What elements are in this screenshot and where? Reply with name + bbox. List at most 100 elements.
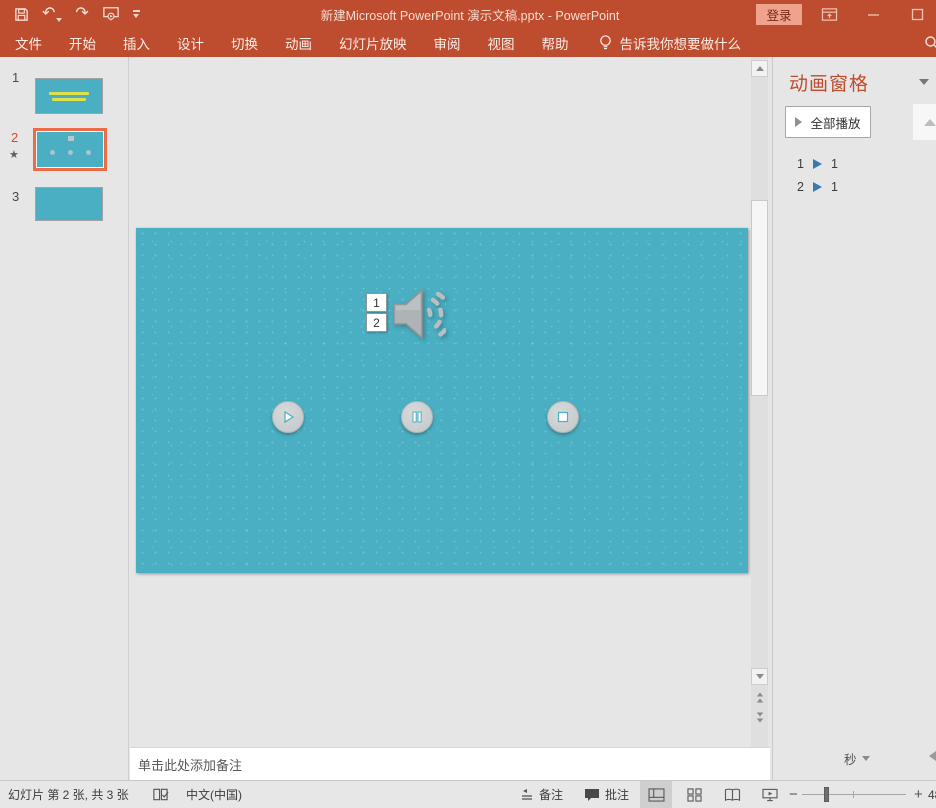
notes-pane[interactable]: 单击此处添加备注 [130, 747, 770, 780]
tab-transitions[interactable]: 切换 [231, 33, 258, 53]
thumb-audio-icon [68, 136, 74, 141]
reading-view-button[interactable] [716, 781, 748, 808]
lightbulb-icon [598, 34, 613, 51]
slide-sorter-view-button[interactable] [678, 781, 710, 808]
play-all-label: 全部播放 [810, 113, 860, 132]
tab-design[interactable]: 设计 [177, 33, 204, 53]
scroll-down-button[interactable] [751, 668, 768, 685]
undo-dropdown-icon[interactable] [56, 18, 62, 22]
slide-sorter-icon [687, 788, 702, 802]
signin-button[interactable]: 登录 [756, 4, 802, 25]
reading-view-icon [724, 788, 741, 802]
pane-menu-caret-icon[interactable] [919, 79, 929, 85]
play-media-icon [813, 182, 822, 192]
tab-help[interactable]: 帮助 [542, 33, 569, 53]
comments-icon [584, 788, 600, 802]
tellme-label: 告诉我你想要做什么 [620, 33, 742, 53]
animation-item-1[interactable]: 1 1 [797, 157, 838, 171]
thumb-pause-dot [68, 150, 73, 155]
ribbon-tab-bar: 文件 开始 插入 设计 切换 动画 幻灯片放映 审阅 视图 帮助 告诉我你想要做… [0, 28, 936, 57]
notes-toggle-button[interactable]: 备注 [520, 781, 563, 808]
comments-toggle-button[interactable]: 批注 [584, 781, 629, 808]
language-indicator[interactable]: 中文(中国) [186, 781, 242, 808]
thumb-stop-dot [86, 150, 91, 155]
spellcheck-icon [152, 787, 169, 803]
spellcheck-button[interactable] [152, 781, 169, 808]
animation-item-1-name: 1 [831, 157, 838, 171]
slide-2-animation-star-icon[interactable]: ★ [9, 148, 19, 161]
tab-animations[interactable]: 动画 [285, 33, 312, 53]
slide-2-thumbnail[interactable] [33, 128, 107, 171]
search-icon[interactable] [924, 35, 936, 56]
slideshow-view-button[interactable] [754, 781, 786, 808]
tab-view[interactable]: 视图 [488, 33, 515, 53]
comments-toggle-label: 批注 [605, 786, 629, 803]
slide-counter[interactable]: 幻灯片 第 2 张, 共 3 张 [8, 781, 129, 808]
ribbon-display-options-button[interactable] [816, 0, 842, 28]
play-button[interactable] [272, 401, 304, 433]
tab-review[interactable]: 审阅 [434, 33, 461, 53]
move-earlier-button[interactable] [913, 104, 936, 140]
scrollbar-thumb[interactable] [751, 200, 768, 396]
normal-view-icon [648, 788, 665, 802]
animation-pane: 动画窗格 全部播放 1 1 2 1 秒 [772, 57, 936, 780]
timeline-scroll-left-icon[interactable] [929, 751, 936, 761]
zoom-slider-track[interactable] [802, 794, 906, 795]
maximize-button[interactable] [904, 0, 930, 28]
timeline-unit-label: 秒 [844, 749, 857, 768]
tellme-box[interactable]: 告诉我你想要做什么 [598, 33, 742, 53]
zoom-in-button[interactable]: + [914, 781, 923, 808]
normal-view-button[interactable] [640, 781, 672, 808]
save-icon[interactable] [14, 7, 29, 22]
titlebar: ↶ ↷ 新建Microsoft PowerPoint 演示文稿.pptx - P… [0, 0, 936, 28]
customize-qat-button[interactable] [133, 10, 140, 17]
slide-2-canvas[interactable]: 1 2 [136, 228, 748, 573]
minimize-icon [867, 8, 880, 21]
zoom-percentage[interactable]: 48% [928, 781, 936, 808]
ribbon-display-options-icon [821, 7, 838, 22]
canvas-scrollbar[interactable] [751, 57, 768, 747]
thumb-play-dot [50, 150, 55, 155]
pause-button[interactable] [401, 401, 433, 433]
slide-3-number: 3 [12, 189, 19, 204]
redo-icon[interactable]: ↷ [75, 6, 88, 22]
scroll-up-button[interactable] [751, 60, 768, 77]
slideshow-view-icon [762, 788, 778, 802]
start-slideshow-icon[interactable] [102, 6, 120, 22]
customize-qat-icon [133, 14, 139, 18]
notes-placeholder[interactable]: 单击此处添加备注 [138, 755, 242, 774]
stop-button[interactable] [547, 401, 579, 433]
double-up-icon [756, 692, 762, 696]
double-down-icon [756, 712, 762, 716]
pause-icon [409, 409, 425, 425]
animation-item-1-order: 1 [797, 157, 804, 171]
animation-tag-1[interactable]: 1 [366, 293, 387, 312]
quick-access-toolbar: ↶ ↷ [14, 0, 140, 28]
previous-slide-button[interactable] [751, 690, 768, 704]
zoom-slider-tick [853, 791, 854, 798]
zoom-out-button[interactable]: − [789, 781, 798, 808]
animation-item-2[interactable]: 2 1 [797, 180, 838, 194]
play-all-button[interactable]: 全部播放 [785, 106, 871, 138]
move-earlier-icon [924, 119, 936, 126]
slide-1-thumbnail[interactable] [35, 78, 103, 114]
chevron-down-icon [862, 756, 870, 761]
tab-slideshow[interactable]: 幻灯片放映 [339, 33, 407, 53]
tab-home[interactable]: 开始 [69, 33, 96, 53]
animation-item-2-name: 1 [831, 180, 838, 194]
slide-3-thumbnail[interactable] [35, 187, 103, 221]
audio-speaker-icon[interactable] [388, 286, 446, 342]
slide-thumbnails-panel: 1 2 ★ 3 [0, 57, 129, 780]
slide-1-title-text [49, 92, 89, 95]
tab-insert[interactable]: 插入 [123, 33, 150, 53]
minimize-button[interactable] [860, 0, 886, 28]
timeline-unit-dropdown[interactable]: 秒 [844, 749, 870, 768]
undo-button[interactable]: ↶ [42, 6, 62, 22]
slide-1-number: 1 [12, 70, 19, 85]
undo-icon: ↶ [42, 6, 55, 22]
slide-2-number: 2 [11, 130, 18, 145]
next-slide-button[interactable] [751, 710, 768, 724]
zoom-slider-thumb[interactable] [824, 787, 829, 802]
animation-tag-2[interactable]: 2 [366, 313, 387, 332]
tab-file[interactable]: 文件 [15, 33, 42, 53]
